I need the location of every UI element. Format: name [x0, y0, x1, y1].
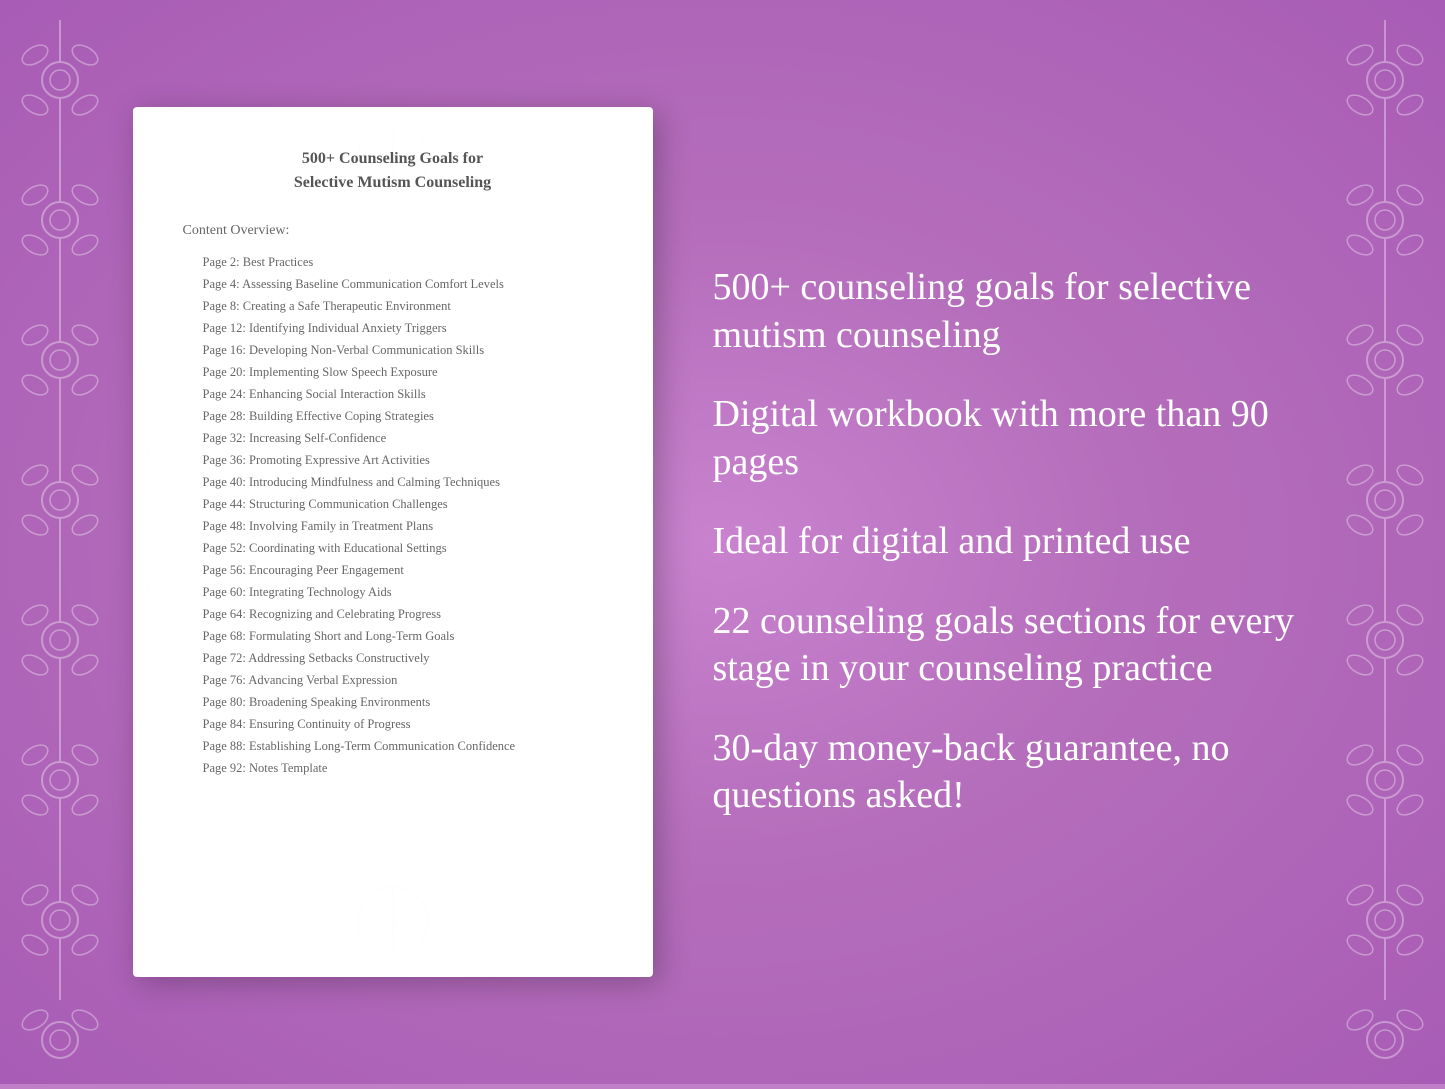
watermark-bottom [293, 882, 493, 967]
toc-item: Page 68: Formulating Short and Long-Term… [183, 625, 603, 647]
toc-item: Page 12: Identifying Individual Anxiety … [183, 317, 603, 339]
toc-item: Page 36: Promoting Expressive Art Activi… [183, 449, 603, 471]
toc-item: Page 56: Encouraging Peer Engagement [183, 559, 603, 581]
toc-item: Page 2: Best Practices [183, 251, 603, 273]
toc-item: Page 80: Broadening Speaking Environment… [183, 691, 603, 713]
toc-item: Page 16: Developing Non-Verbal Communica… [183, 339, 603, 361]
table-of-contents: Page 2: Best PracticesPage 4: Assessing … [183, 251, 603, 779]
right-panel: 500+ counseling goals for selective muti… [713, 264, 1313, 820]
toc-item: Page 44: Structuring Communication Chall… [183, 493, 603, 515]
toc-item: Page 84: Ensuring Continuity of Progress [183, 713, 603, 735]
toc-item: Page 60: Integrating Technology Aids [183, 581, 603, 603]
toc-item: Page 28: Building Effective Coping Strat… [183, 405, 603, 427]
toc-item: Page 32: Increasing Self-Confidence [183, 427, 603, 449]
toc-item: Page 52: Coordinating with Educational S… [183, 537, 603, 559]
toc-item: Page 20: Implementing Slow Speech Exposu… [183, 361, 603, 383]
toc-item: Page 76: Advancing Verbal Expression [183, 669, 603, 691]
watermark-right [568, 390, 648, 695]
toc-item: Page 4: Assessing Baseline Communication… [183, 273, 603, 295]
toc-item: Page 24: Enhancing Social Interaction Sk… [183, 383, 603, 405]
main-content: 500+ Counseling Goals for Selective Muti… [73, 67, 1373, 1017]
toc-item: Page 88: Establishing Long-Term Communic… [183, 735, 603, 757]
watermark-top [293, 117, 493, 202]
content-overview-label: Content Overview: [183, 223, 603, 239]
toc-item: Page 72: Addressing Setbacks Constructiv… [183, 647, 603, 669]
toc-item: Page 92: Notes Template [183, 757, 603, 779]
document-preview: 500+ Counseling Goals for Selective Muti… [133, 107, 653, 977]
toc-item: Page 48: Involving Family in Treatment P… [183, 515, 603, 537]
feature-text-1: Digital workbook with more than 90 pages [713, 391, 1313, 486]
feature-text-2: Ideal for digital and printed use [713, 518, 1313, 566]
feature-text-3: 22 counseling goals sections for every s… [713, 598, 1313, 693]
feature-text-4: 30-day money-back guarantee, no question… [713, 725, 1313, 820]
toc-item: Page 8: Creating a Safe Therapeutic Envi… [183, 295, 603, 317]
feature-text-0: 500+ counseling goals for selective muti… [713, 264, 1313, 359]
watermark-left [138, 390, 218, 695]
toc-item: Page 64: Recognizing and Celebrating Pro… [183, 603, 603, 625]
toc-item: Page 40: Introducing Mindfulness and Cal… [183, 471, 603, 493]
